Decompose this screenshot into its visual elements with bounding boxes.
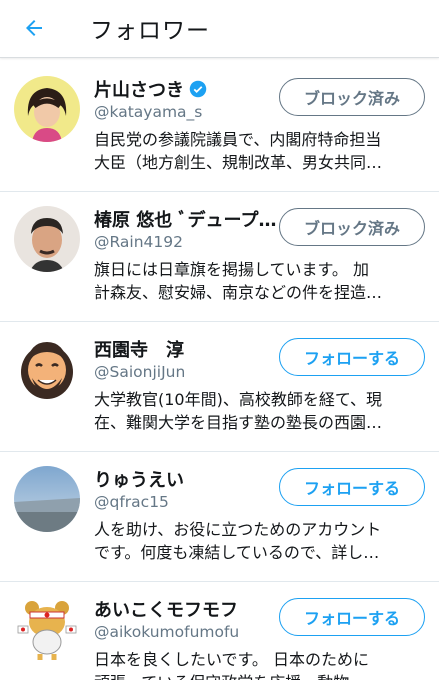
follower-list: 片山さつき @katayama_s 自民党の参議院議員で、内閣府特命担当 大臣（… <box>0 62 439 680</box>
user-name: りゅうえい <box>94 470 184 491</box>
top-app-bar: フォロワー <box>0 0 439 58</box>
follower-row[interactable]: あいこくモフモフ @aikokumofumofu 日本を良くしたいです。 日本の… <box>0 582 439 680</box>
avatar[interactable] <box>14 336 80 402</box>
avatar[interactable] <box>14 596 80 662</box>
arrow-left-icon <box>26 20 42 36</box>
follow-button[interactable]: フォローする <box>279 598 425 636</box>
user-handle: @qfrac15 <box>94 493 169 511</box>
avatar[interactable] <box>14 206 80 272</box>
verified-badge-icon <box>189 80 207 98</box>
follower-row[interactable]: りゅうえい @qfrac15 人を助け、お役に立つためのアカウント です。何度も… <box>0 452 439 582</box>
follow-button[interactable]: フォローする <box>279 338 425 376</box>
follow-button[interactable]: フォローする <box>279 468 425 506</box>
follower-row[interactable]: 椿原 悠也 ﾞデュープ… @Rain4192 旗日には日章旗を掲揚しています。 … <box>0 192 439 322</box>
follower-row[interactable]: 西園寺 淳 @SaionjiJun 大学教官(10年間)、高校教師を経て、現 在… <box>0 322 439 452</box>
user-handle: @aikokumofumofu <box>94 623 240 641</box>
blocked-button[interactable]: ブロック済み <box>279 208 425 246</box>
user-bio: 旗日には日章旗を掲揚しています。 加 計森友、慰安婦、南京などの件を捏造… <box>94 260 383 302</box>
user-bio: 自民党の参議院議員で、内閣府特命担当 大臣（地方創生、規制改革、男女共同… <box>94 130 383 172</box>
avatar[interactable] <box>14 466 80 532</box>
user-handle: @SaionjiJun <box>94 363 186 381</box>
follower-row[interactable]: 片山さつき @katayama_s 自民党の参議院議員で、内閣府特命担当 大臣（… <box>0 62 439 192</box>
user-name: あいこくモフモフ <box>94 600 238 621</box>
user-handle: @Rain4192 <box>94 233 184 251</box>
avatar[interactable] <box>14 76 80 142</box>
user-handle: @katayama_s <box>94 103 203 121</box>
user-name: 椿原 悠也 ﾞデュープ… <box>94 210 277 231</box>
blocked-button[interactable]: ブロック済み <box>279 78 425 116</box>
user-bio: 日本を良くしたいです。 日本のために 頑張っている保守政党を応援。動物… <box>94 650 370 680</box>
user-name: 片山さつき <box>94 76 207 102</box>
page-title: フォロワー <box>90 18 210 44</box>
back-button[interactable] <box>14 8 54 48</box>
user-bio: 人を助け、お役に立つためのアカウント です。何度も凍結しているので、詳し… <box>94 520 382 562</box>
user-name: 西園寺 淳 <box>94 340 184 361</box>
user-bio: 大学教官(10年間)、高校教師を経て、現 在、難関大学を目指す塾の塾長の西園… <box>94 390 383 432</box>
